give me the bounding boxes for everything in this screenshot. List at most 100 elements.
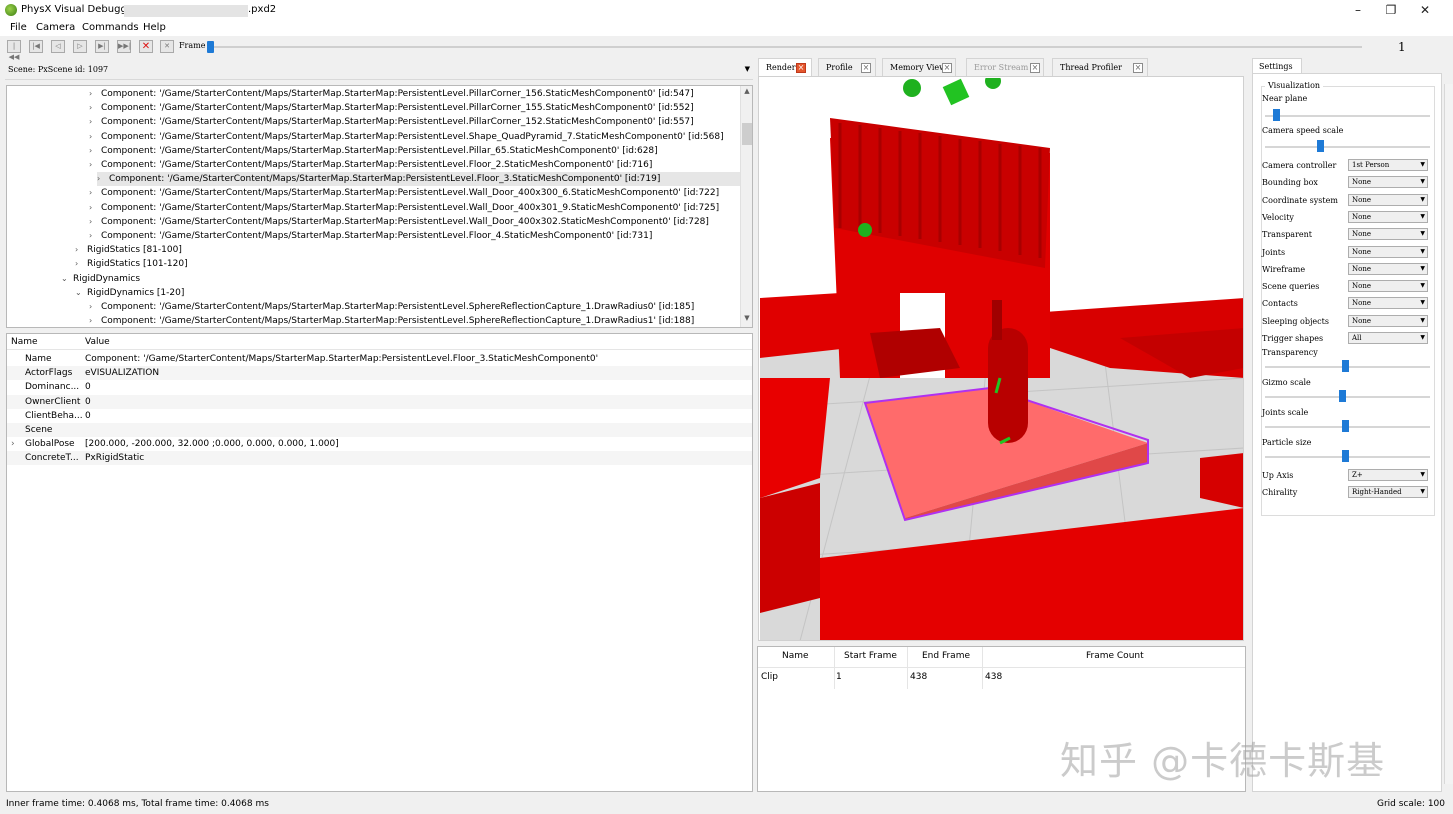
- setting-select[interactable]: None ▼: [1348, 262, 1428, 275]
- setting-select[interactable]: None ▼: [1348, 297, 1428, 310]
- tree-item[interactable]: › RigidStatics [81-100]: [75, 243, 182, 257]
- tab-render[interactable]: Render ×: [758, 58, 812, 76]
- stop-button[interactable]: ✕: [139, 40, 153, 53]
- up-axis-select[interactable]: Z+ ▼: [1348, 469, 1428, 481]
- tab-error-stream[interactable]: Error Stream ×: [966, 58, 1044, 76]
- chevron-right-icon[interactable]: ›: [89, 87, 101, 101]
- setting-select[interactable]: None ▼: [1348, 314, 1428, 327]
- setting-select[interactable]: None ▼: [1348, 228, 1428, 241]
- setting-select[interactable]: All ▼: [1348, 332, 1428, 344]
- maximize-button[interactable]: ❐: [1381, 2, 1401, 18]
- play-button[interactable]: ▷: [73, 40, 87, 53]
- setting-select[interactable]: None ▼: [1348, 210, 1428, 223]
- tree-item[interactable]: › Component: '/Game/StarterContent/Maps/S…: [89, 87, 694, 101]
- chevron-right-icon[interactable]: ›: [75, 243, 87, 257]
- tree-item[interactable]: › Component: '/Game/StarterContent/Maps/S…: [89, 144, 658, 158]
- first-frame-button[interactable]: |◀◀: [7, 40, 21, 61]
- property-row[interactable]: OwnerClient 0: [7, 394, 752, 409]
- clip-cell-frame-count[interactable]: 438: [985, 672, 1002, 682]
- tab-profile[interactable]: Profile ×: [818, 58, 876, 76]
- scroll-up-icon[interactable]: ▲: [741, 87, 752, 99]
- next-frame-button[interactable]: ▶|: [95, 40, 109, 53]
- chevron-right-icon[interactable]: ›: [89, 300, 101, 314]
- close-tab-icon[interactable]: ×: [1133, 63, 1143, 73]
- minimize-button[interactable]: –: [1348, 2, 1368, 18]
- menu-commands[interactable]: Commands: [82, 22, 139, 33]
- setting-select[interactable]: None ▼: [1348, 176, 1428, 189]
- tree-item[interactable]: › Component: '/Game/StarterContent/Maps/S…: [89, 300, 694, 314]
- last-frame-button[interactable]: ▶▶|: [117, 40, 131, 53]
- camera-speed-slider-track[interactable]: [1265, 146, 1430, 148]
- tree-item[interactable]: › Component: '/Game/StarterContent/Maps/S…: [89, 314, 694, 327]
- chevron-right-icon[interactable]: ›: [89, 215, 101, 229]
- tree-item[interactable]: › Component: '/Game/StarterContent/Maps/S…: [89, 201, 719, 215]
- clip-cell-start-frame[interactable]: 1: [836, 672, 842, 682]
- tree-item[interactable]: › Component: '/Game/StarterContent/Maps/S…: [89, 130, 724, 144]
- prev-keyframe-button[interactable]: |◀: [29, 40, 43, 53]
- property-row[interactable]: Dominanc... 0: [7, 380, 752, 394]
- chirality-select[interactable]: Right-Handed ▼: [1348, 486, 1428, 498]
- near-plane-slider-thumb[interactable]: [1272, 109, 1280, 121]
- property-row[interactable]: ClientBeha... 0: [7, 409, 752, 423]
- tree-item[interactable]: ⌄ RigidDynamics: [61, 272, 140, 286]
- frame-slider-thumb[interactable]: [207, 41, 214, 53]
- tree-item[interactable]: › Component: '/Game/StarterContent/Maps/S…: [97, 172, 740, 187]
- chevron-down-icon[interactable]: ⌄: [75, 286, 87, 300]
- property-row[interactable]: Scene: [7, 423, 752, 437]
- chevron-down-icon[interactable]: ⌄: [61, 272, 73, 286]
- clip-cell-end-frame[interactable]: 438: [910, 672, 927, 682]
- tab-thread-profiler[interactable]: Thread Profiler ×: [1052, 58, 1148, 76]
- tree-item[interactable]: › Component: '/Game/StarterContent/Maps/S…: [89, 229, 652, 243]
- tree-item[interactable]: › Component: '/Game/StarterContent/Maps/S…: [89, 186, 719, 200]
- tree-item[interactable]: › RigidStatics [101-120]: [75, 257, 188, 271]
- tab-memory-view[interactable]: Memory View ×: [882, 58, 956, 76]
- gizmo-scale-slider-track[interactable]: [1265, 396, 1430, 398]
- property-row[interactable]: › GlobalPose [200.000, -200.000, 32.000 ;0…: [7, 437, 752, 451]
- chevron-right-icon[interactable]: ›: [89, 115, 101, 129]
- chevron-right-icon[interactable]: ›: [89, 201, 101, 215]
- property-row[interactable]: Name Component: '/Game/StarterContent/Map…: [7, 352, 752, 366]
- clip-cell-name[interactable]: Clip: [761, 672, 778, 682]
- object-tree[interactable]: › Component: '/Game/StarterContent/Maps/S…: [6, 85, 753, 328]
- particle-size-slider-thumb[interactable]: [1342, 450, 1350, 462]
- gizmo-scale-slider-thumb[interactable]: [1339, 390, 1347, 402]
- close-tab-icon[interactable]: ×: [796, 63, 806, 73]
- chevron-right-icon[interactable]: ›: [89, 314, 101, 327]
- tree-item[interactable]: › Component: '/Game/StarterContent/Maps/S…: [89, 215, 709, 229]
- setting-select[interactable]: None ▼: [1348, 245, 1428, 258]
- tab-settings[interactable]: Settings: [1252, 58, 1302, 74]
- menu-camera[interactable]: Camera: [36, 22, 75, 33]
- prev-frame-button[interactable]: ◁: [51, 40, 65, 53]
- chevron-right-icon[interactable]: ›: [89, 130, 101, 144]
- chevron-right-icon[interactable]: ›: [89, 186, 101, 200]
- joints-scale-slider-thumb[interactable]: [1342, 420, 1350, 432]
- chevron-right-icon[interactable]: ›: [89, 144, 101, 158]
- menu-help[interactable]: Help: [143, 22, 166, 33]
- close-tab-icon[interactable]: ×: [1030, 63, 1040, 73]
- camera-speed-slider-thumb[interactable]: [1317, 140, 1325, 152]
- render-viewport[interactable]: [758, 76, 1244, 641]
- frame-slider-track[interactable]: [210, 46, 1362, 48]
- chevron-right-icon[interactable]: ›: [89, 158, 101, 172]
- scene-select[interactable]: Scene: PxScene id: 1097 ▼: [5, 60, 753, 80]
- property-row[interactable]: ConcreteT... PxRigidStatic: [7, 451, 752, 466]
- scene-render[interactable]: [760, 78, 1244, 641]
- tree-item[interactable]: › Component: '/Game/StarterContent/Maps/S…: [89, 101, 694, 115]
- menu-file[interactable]: File: [10, 22, 27, 33]
- chevron-right-icon[interactable]: ›: [75, 257, 87, 271]
- close-button[interactable]: ✕: [1415, 2, 1435, 18]
- settings-scrollbar[interactable]: [1444, 84, 1453, 784]
- close-tab-icon[interactable]: ×: [942, 63, 952, 73]
- near-plane-slider-track[interactable]: [1265, 115, 1430, 117]
- setting-select[interactable]: None ▼: [1348, 193, 1428, 206]
- chevron-right-icon[interactable]: ›: [89, 101, 101, 115]
- tree-item[interactable]: › Component: '/Game/StarterContent/Maps/S…: [89, 158, 652, 172]
- chevron-right-icon[interactable]: ›: [11, 437, 15, 451]
- setting-select[interactable]: None ▼: [1348, 280, 1428, 293]
- tree-scroll-thumb[interactable]: [742, 123, 752, 145]
- tree-scrollbar[interactable]: ▲ ▼: [740, 86, 752, 327]
- scroll-down-icon[interactable]: ▼: [741, 314, 752, 326]
- tree-item[interactable]: › Component: '/Game/StarterContent/Maps/S…: [89, 115, 694, 129]
- tree-item[interactable]: ⌄ RigidDynamics [1-20]: [75, 286, 184, 300]
- setting-select[interactable]: 1st Person ▼: [1348, 159, 1428, 171]
